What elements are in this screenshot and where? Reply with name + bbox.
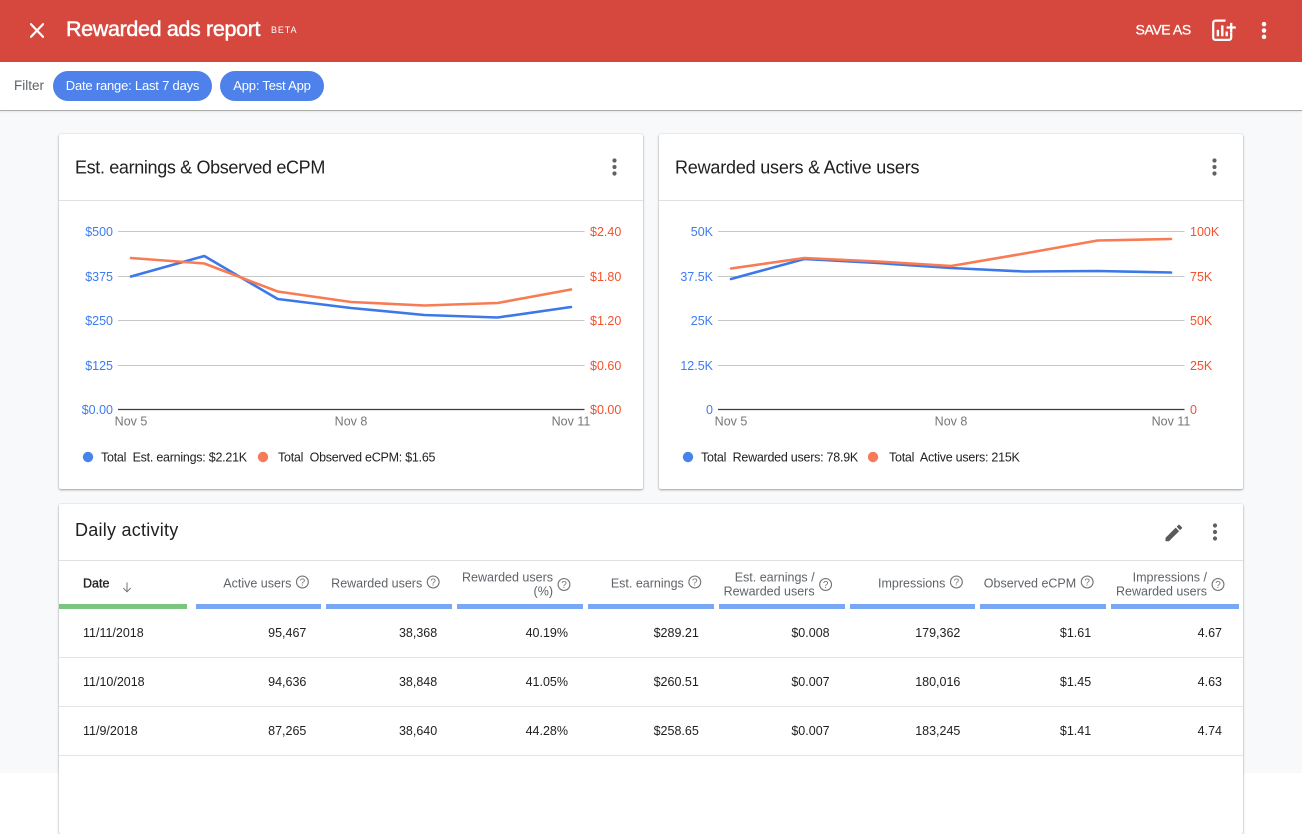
svg-text:Total Rewarded users: 78.9K: Total Rewarded users: 78.9K bbox=[701, 451, 859, 465]
svg-text:Impressions /: Impressions / bbox=[1133, 571, 1208, 585]
svg-text:0: 0 bbox=[1190, 403, 1197, 417]
svg-text:Est. earnings & Observed eCPM: Est. earnings & Observed eCPM bbox=[75, 158, 325, 178]
svg-text:$250: $250 bbox=[85, 314, 113, 328]
svg-text:12.5K: 12.5K bbox=[680, 359, 713, 373]
svg-text:Est. earnings: Est. earnings bbox=[611, 577, 684, 591]
svg-text:Nov 5: Nov 5 bbox=[115, 415, 148, 429]
svg-text:$500: $500 bbox=[85, 225, 113, 239]
svg-text:25K: 25K bbox=[1190, 359, 1213, 373]
svg-text:Rewarded users: Rewarded users bbox=[331, 577, 422, 591]
svg-text:Total Observed eCPM: $1.65: Total Observed eCPM: $1.65 bbox=[278, 451, 436, 465]
svg-text:Rewarded ads report: Rewarded ads report bbox=[66, 17, 261, 41]
svg-text:?: ? bbox=[430, 578, 436, 589]
svg-text:Observed eCPM: Observed eCPM bbox=[984, 577, 1076, 591]
svg-text:Active users: Active users bbox=[223, 577, 291, 591]
svg-text:Nov 8: Nov 8 bbox=[335, 415, 368, 429]
svg-text:$1.80: $1.80 bbox=[590, 270, 621, 284]
svg-text:Date: Date bbox=[83, 577, 109, 591]
svg-text:50K: 50K bbox=[691, 225, 714, 239]
svg-text:$375: $375 bbox=[85, 270, 113, 284]
svg-text:$0.00: $0.00 bbox=[82, 403, 113, 417]
svg-text:?: ? bbox=[692, 578, 698, 589]
svg-text:0: 0 bbox=[706, 403, 713, 417]
svg-text:Nov 8: Nov 8 bbox=[935, 415, 968, 429]
svg-text:$125: $125 bbox=[85, 359, 113, 373]
svg-text:Rewarded users: Rewarded users bbox=[724, 585, 815, 599]
svg-text:(%): (%) bbox=[534, 585, 553, 599]
svg-text:$0.00: $0.00 bbox=[590, 403, 621, 417]
svg-text:Rewarded users & Active users: Rewarded users & Active users bbox=[675, 158, 920, 178]
svg-text:Total Est. earnings: $2.21K: Total Est. earnings: $2.21K bbox=[101, 451, 248, 465]
svg-text:BETA: BETA bbox=[271, 25, 297, 35]
svg-text:Est. earnings /: Est. earnings / bbox=[735, 571, 815, 585]
svg-text:Rewarded users: Rewarded users bbox=[1116, 585, 1207, 599]
svg-text:$2.40: $2.40 bbox=[590, 225, 621, 239]
svg-text:Rewarded users: Rewarded users bbox=[462, 571, 553, 585]
svg-text:Nov 5: Nov 5 bbox=[715, 415, 748, 429]
svg-text:$1.20: $1.20 bbox=[590, 314, 621, 328]
svg-text:Nov 11: Nov 11 bbox=[1152, 415, 1191, 429]
svg-text:Impressions: Impressions bbox=[878, 577, 945, 591]
svg-text:25K: 25K bbox=[691, 314, 714, 328]
svg-text:?: ? bbox=[1084, 578, 1090, 589]
svg-text:?: ? bbox=[823, 580, 829, 591]
svg-text:75K: 75K bbox=[1190, 270, 1213, 284]
svg-text:?: ? bbox=[561, 580, 567, 591]
svg-text:100K: 100K bbox=[1190, 225, 1220, 239]
svg-text:50K: 50K bbox=[1190, 314, 1213, 328]
svg-text:?: ? bbox=[954, 578, 960, 589]
svg-text:Total Active users: 215K: Total Active users: 215K bbox=[889, 451, 1021, 465]
svg-text:?: ? bbox=[300, 578, 306, 589]
svg-text:$0.60: $0.60 bbox=[590, 359, 621, 373]
svg-text:37.5K: 37.5K bbox=[680, 270, 713, 284]
svg-text:?: ? bbox=[1215, 580, 1221, 591]
svg-text:SAVE AS: SAVE AS bbox=[1136, 22, 1191, 38]
svg-text:Nov 11: Nov 11 bbox=[552, 415, 591, 429]
